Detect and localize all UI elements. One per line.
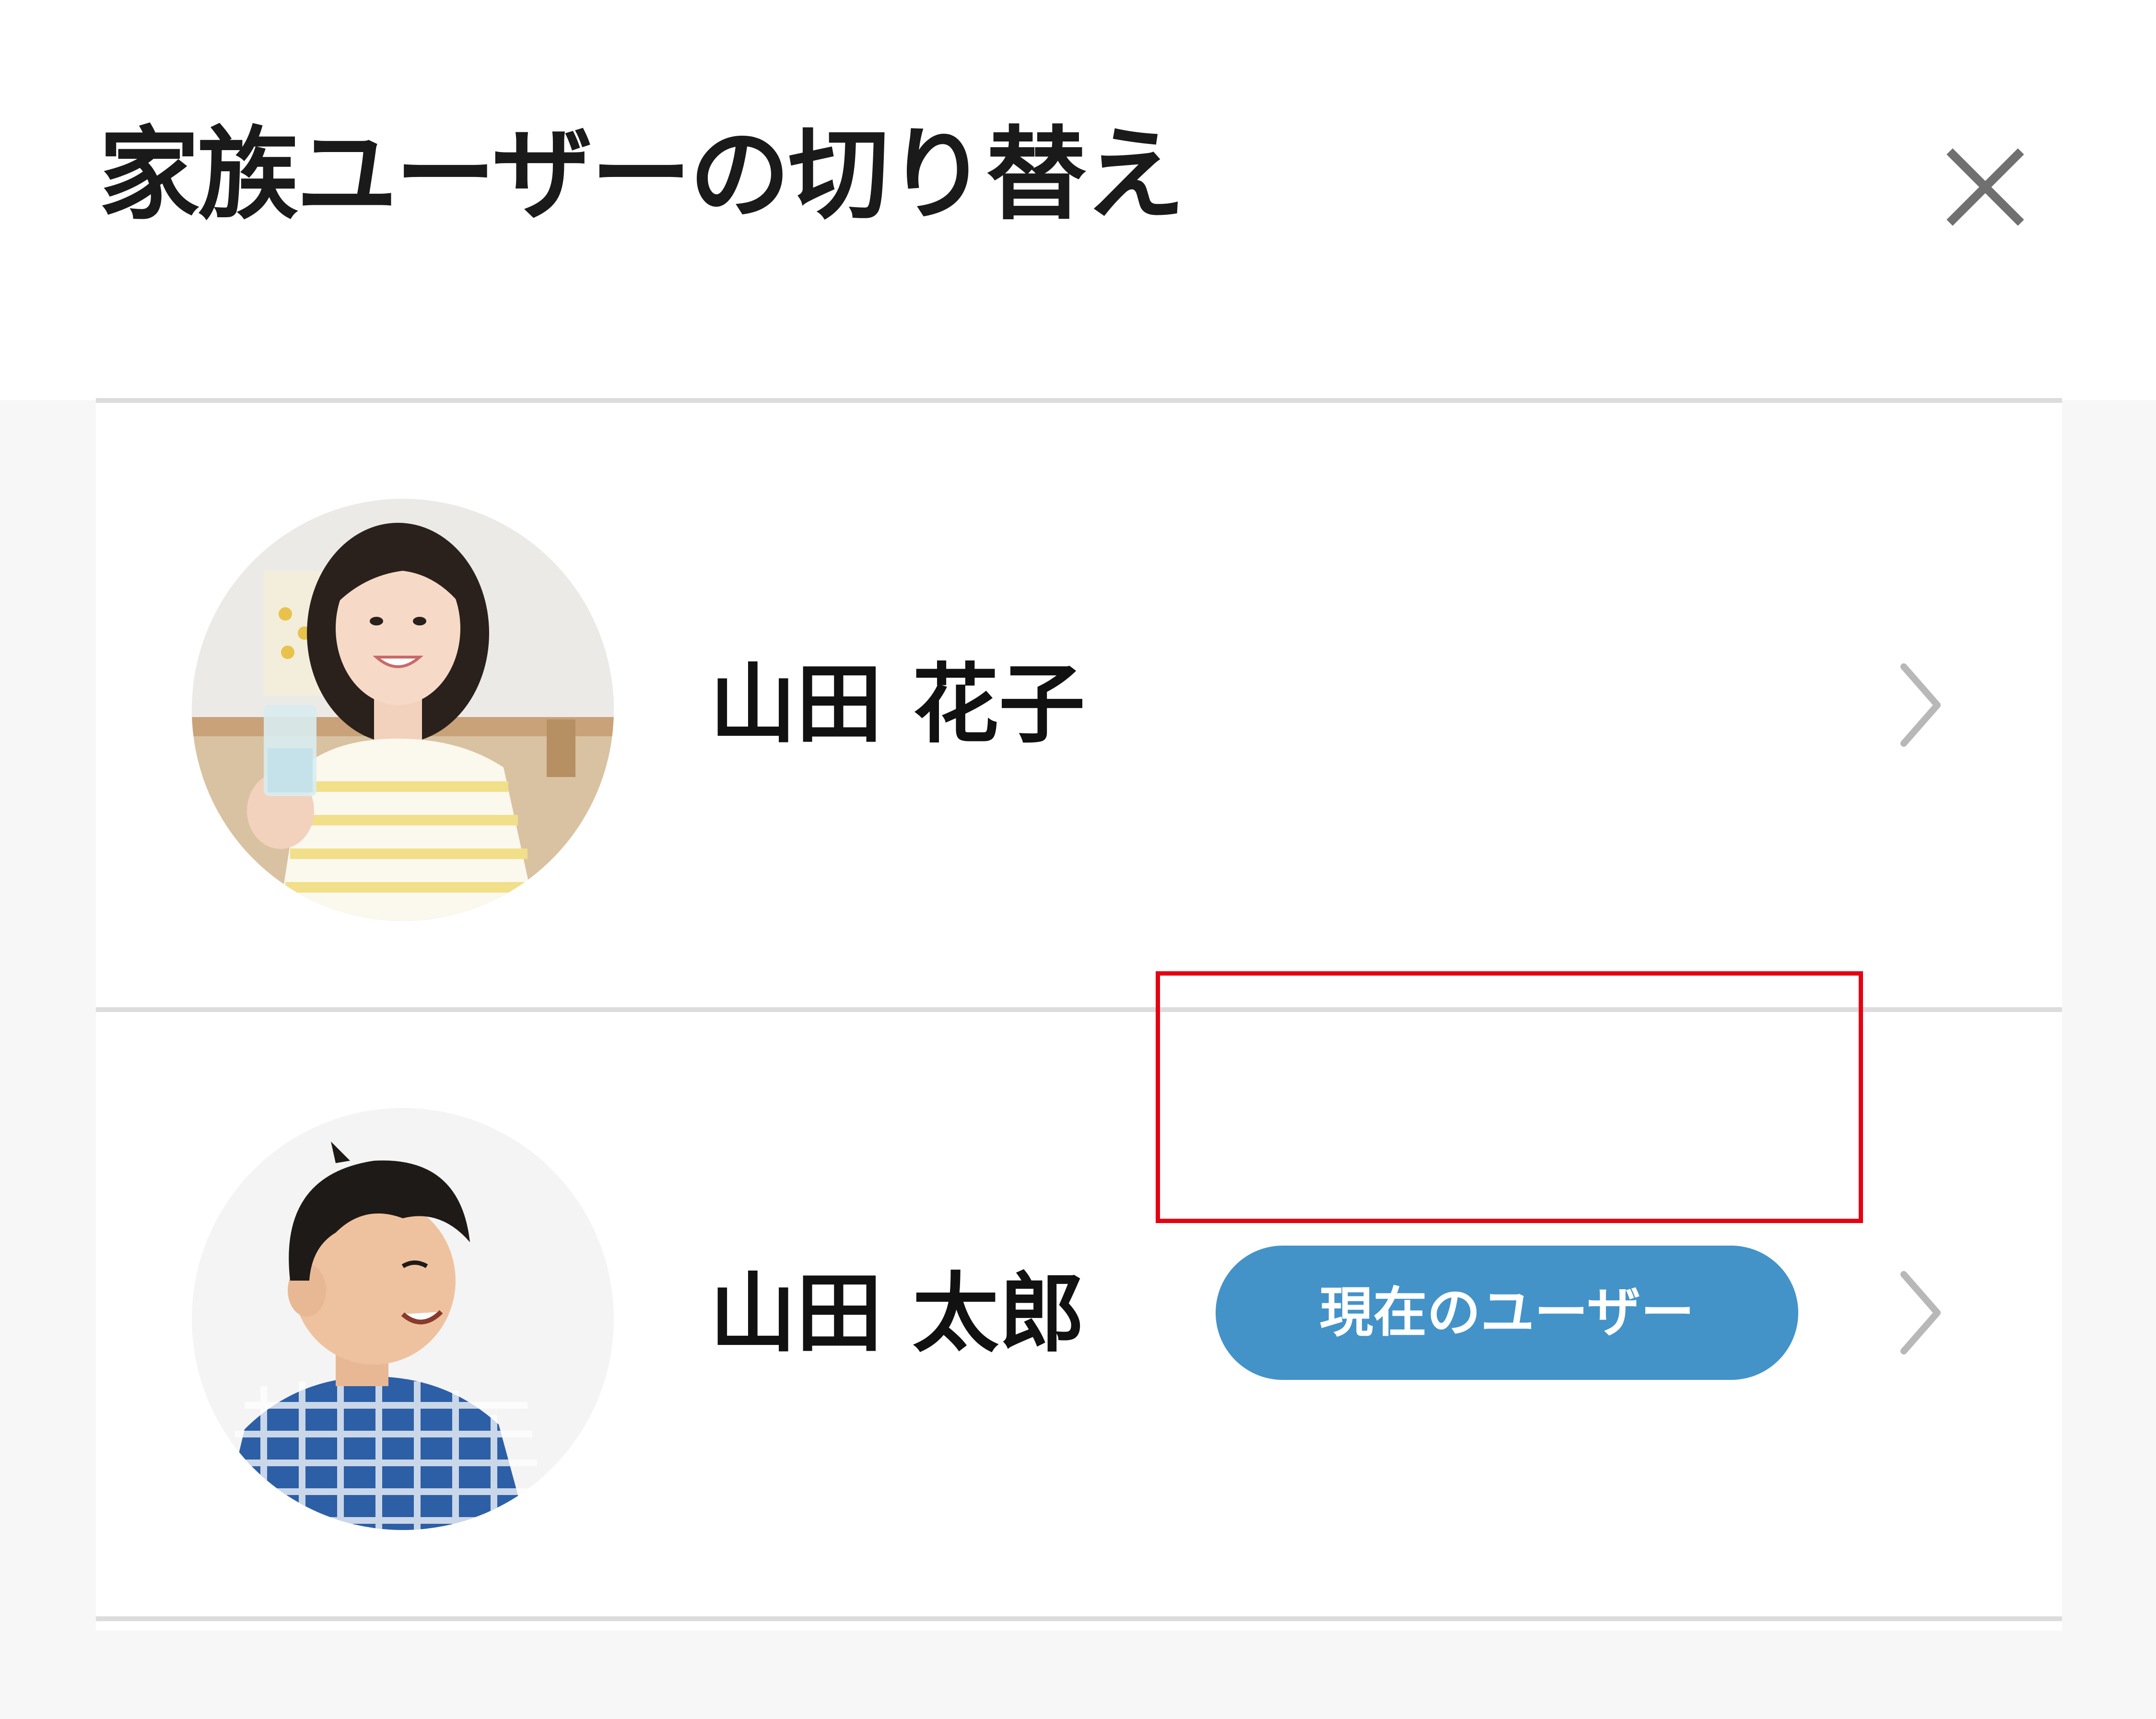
avatar-photo-woman-icon	[192, 499, 614, 921]
user-name: 山田 花子	[710, 655, 1085, 755]
avatar	[192, 1108, 614, 1530]
page-title: 家族ユーザーの切り替え	[99, 116, 1185, 234]
modal-header: 家族ユーザーの切り替え	[0, 0, 2156, 400]
close-icon[interactable]	[1942, 144, 2028, 230]
avatar	[192, 499, 614, 921]
chevron-right-icon	[1900, 1271, 1941, 1354]
chevron-right-icon	[1900, 663, 1941, 747]
family-user-list: 山田 花子 山田 太郎 現在のユーザー	[96, 398, 2062, 1631]
highlight-box	[1156, 971, 1863, 1223]
avatar-photo-boy-icon	[192, 1108, 614, 1530]
current-user-badge: 現在のユーザー	[1216, 1246, 1798, 1380]
list-item-user-hanako[interactable]: 山田 花子	[96, 403, 2062, 1012]
user-name: 山田 太郎	[710, 1264, 1085, 1364]
